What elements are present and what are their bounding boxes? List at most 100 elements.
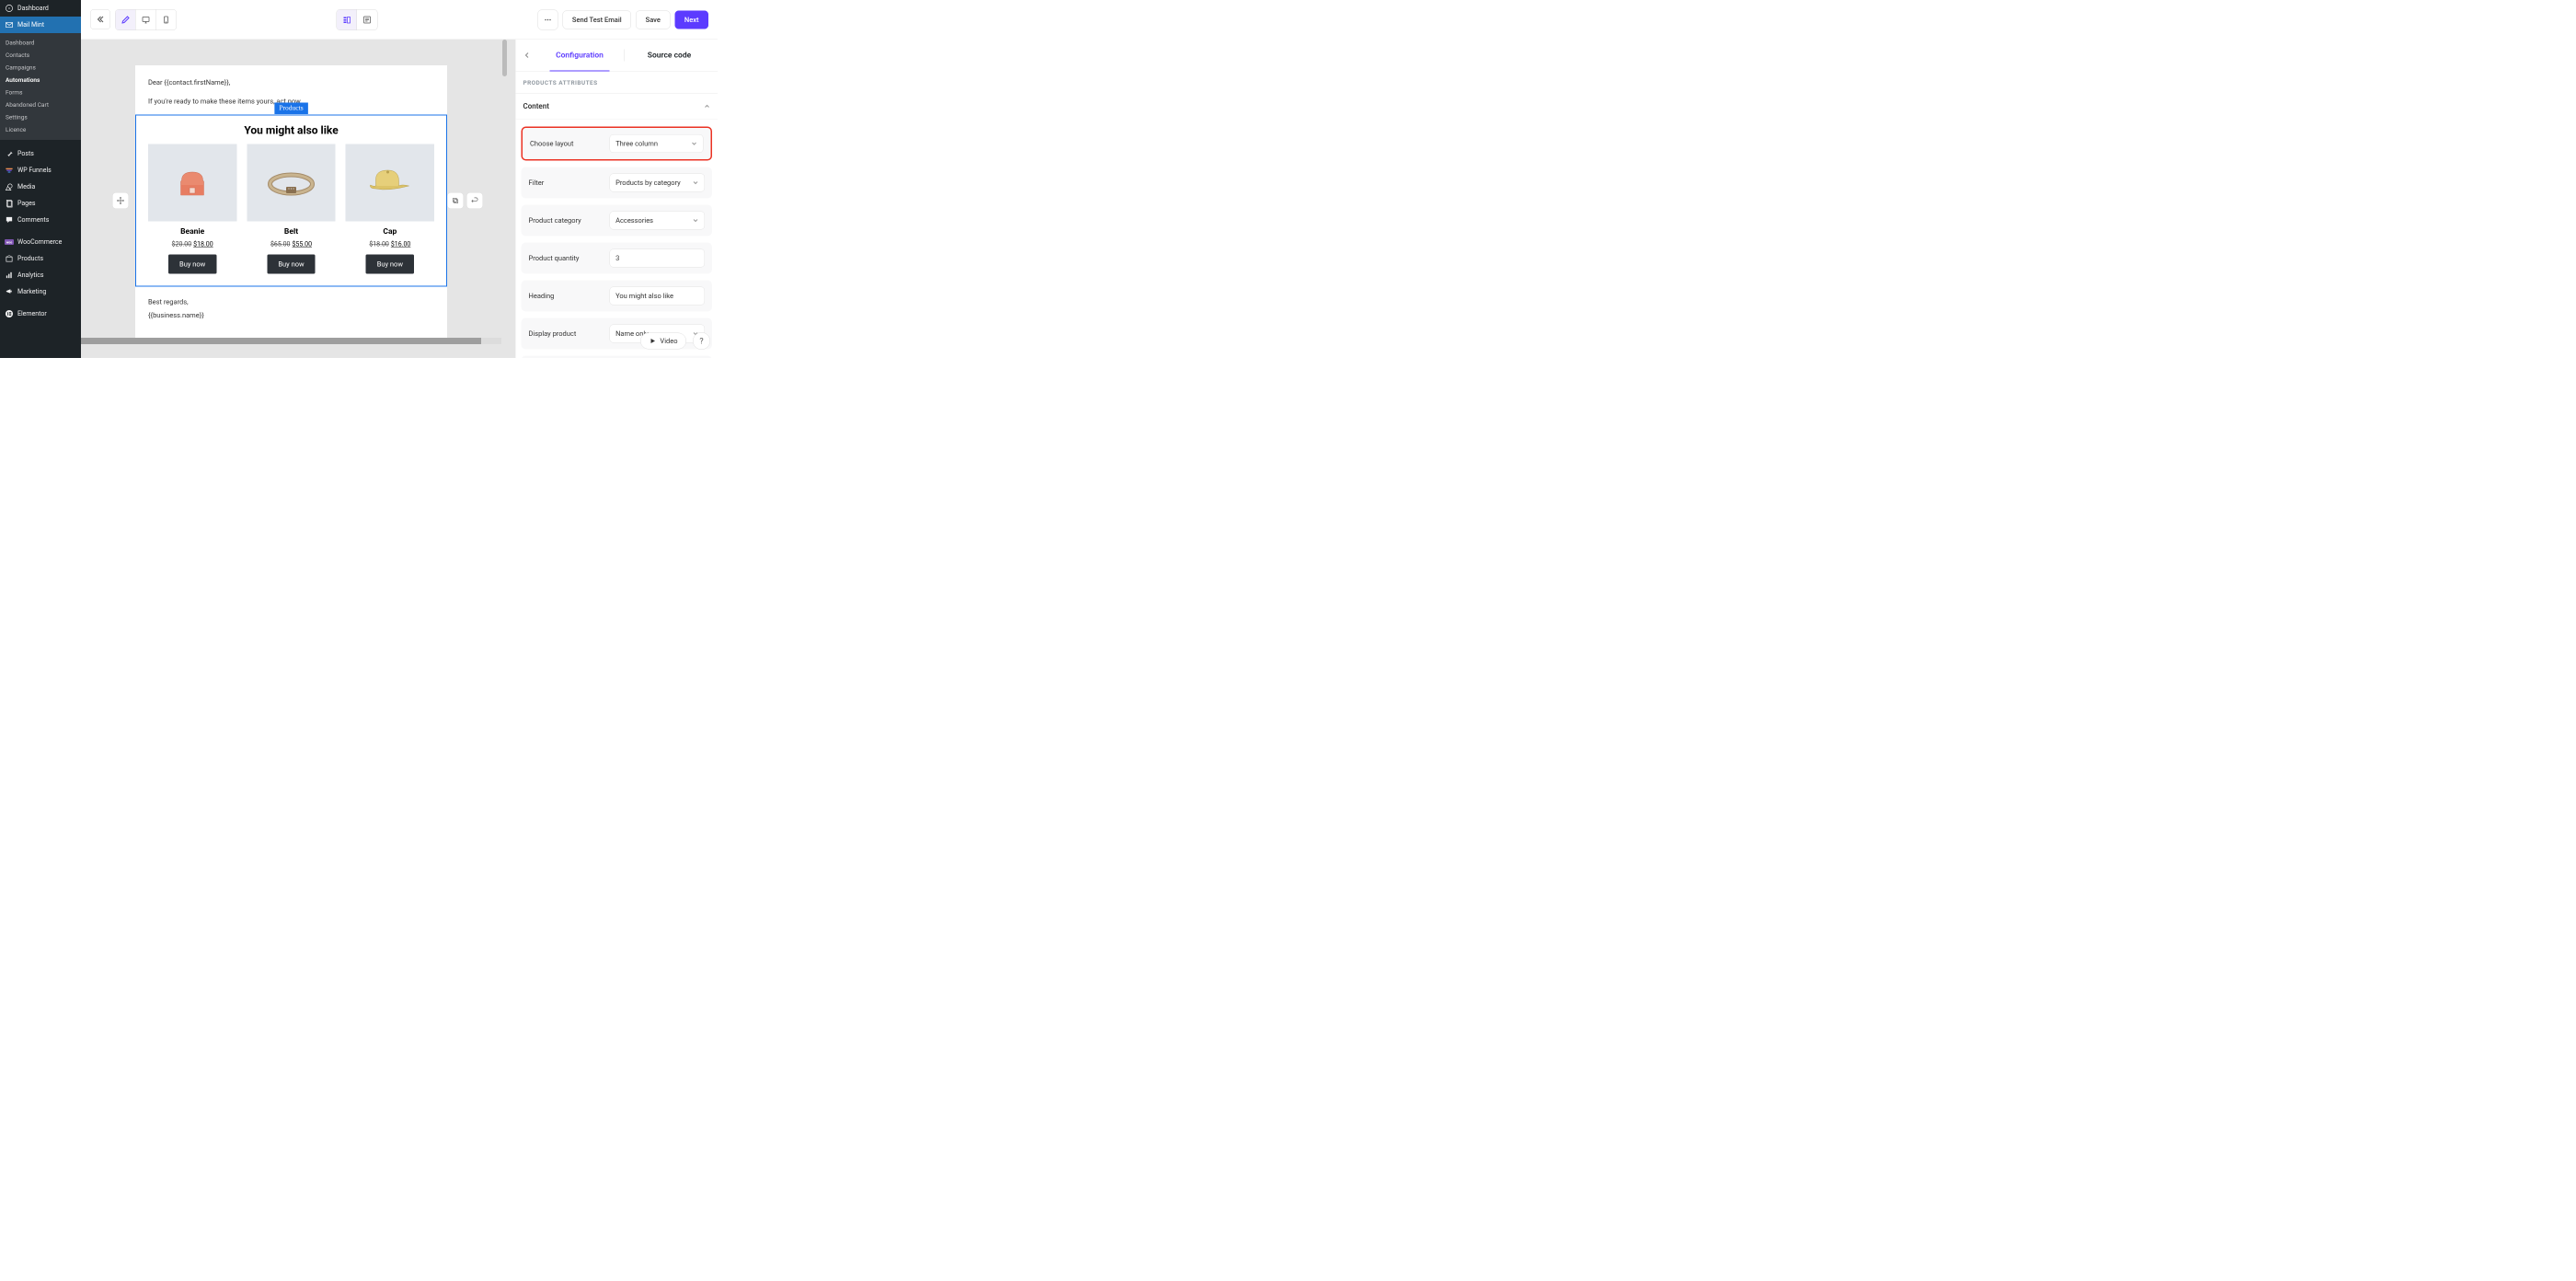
chevron-down-icon bbox=[691, 141, 697, 147]
horizontal-scrollbar[interactable] bbox=[81, 338, 501, 344]
email-greeting: Dear {{contact.firstName}}, bbox=[148, 77, 434, 87]
save-button[interactable]: Save bbox=[636, 10, 670, 29]
sidebar-pages-label: Pages bbox=[17, 200, 35, 207]
megaphone-icon bbox=[5, 287, 14, 296]
field-category: Product category Accessories bbox=[522, 205, 713, 237]
product-image bbox=[148, 144, 236, 222]
sidebar-woocommerce[interactable]: woo WooCommerce bbox=[0, 234, 81, 250]
products-block-tag: Products bbox=[274, 103, 307, 115]
sidebar-analytics-label: Analytics bbox=[17, 271, 44, 279]
sidebar-mailmint[interactable]: Mail Mint bbox=[0, 17, 81, 33]
field-layout: Choose layout Three column bbox=[522, 127, 713, 161]
tab-source-code[interactable]: Source code bbox=[625, 46, 714, 64]
sidebar-pages[interactable]: Pages bbox=[0, 195, 81, 212]
product-price: $65.00$55.00 bbox=[247, 241, 335, 248]
woo-icon: woo bbox=[5, 237, 14, 247]
field-category-label: Product category bbox=[529, 216, 610, 225]
pin-icon bbox=[5, 149, 14, 158]
field-filter: Filter Products by category bbox=[522, 167, 713, 199]
products-block[interactable]: Products You might also like bbox=[135, 115, 447, 287]
sidebar-mailmint-label: Mail Mint bbox=[17, 21, 44, 29]
product-price: $20.00$18.00 bbox=[148, 241, 236, 248]
sidebar-sub-licence[interactable]: Licence bbox=[0, 124, 81, 137]
sidebar-media[interactable]: Media bbox=[0, 179, 81, 195]
sidebar-submenu: Dashboard Contacts Campaigns Automations… bbox=[0, 33, 81, 140]
sidebar-sub-forms[interactable]: Forms bbox=[0, 87, 81, 99]
product-image bbox=[346, 144, 434, 222]
content-area: Dear {{contact.firstName}}, If you're re… bbox=[81, 40, 718, 358]
buy-button[interactable]: Buy now bbox=[366, 255, 414, 274]
content-accordion-header[interactable]: Content bbox=[516, 94, 719, 120]
collapse-button[interactable] bbox=[90, 9, 110, 29]
email-signoff: Best regards, bbox=[148, 297, 434, 307]
mail-icon bbox=[5, 20, 14, 29]
quantity-input[interactable]: 3 bbox=[610, 249, 705, 268]
layout-select[interactable]: Three column bbox=[610, 134, 704, 153]
sidebar-posts[interactable]: Posts bbox=[0, 145, 81, 162]
config-panel: Configuration Source code PRODUCTS ATTRI… bbox=[515, 40, 718, 358]
duplicate-button[interactable] bbox=[447, 192, 464, 209]
sidebar-elementor-label: Elementor bbox=[17, 310, 47, 317]
sidebar-comments[interactable]: Comments bbox=[0, 212, 81, 228]
product-card: Cap $18.00$16.00 Buy now bbox=[346, 144, 434, 274]
block-editor-button[interactable] bbox=[337, 9, 357, 29]
chevron-up-icon bbox=[704, 103, 710, 110]
field-heading: Heading You might also like bbox=[522, 281, 713, 312]
panel-section-title: PRODUCTS ATTRIBUTES bbox=[516, 72, 719, 94]
view-mode-group bbox=[115, 9, 177, 30]
chevron-down-icon bbox=[693, 179, 699, 186]
text-editor-button[interactable] bbox=[357, 9, 377, 29]
sidebar-dashboard-label: Dashboard bbox=[17, 5, 49, 12]
sidebar-products[interactable]: Products bbox=[0, 250, 81, 267]
dashboard-icon bbox=[5, 4, 14, 13]
sidebar-posts-label: Posts bbox=[17, 150, 34, 157]
undo-button[interactable] bbox=[466, 192, 483, 209]
field-display-label: Display product bbox=[529, 329, 610, 338]
admin-sidebar: Dashboard Mail Mint Dashboard Contacts C… bbox=[0, 0, 81, 358]
buy-button[interactable]: Buy now bbox=[168, 255, 216, 274]
sidebar-sub-abandoned[interactable]: Abandoned Cart bbox=[0, 99, 81, 112]
comment-icon bbox=[5, 215, 14, 225]
box-icon bbox=[5, 254, 14, 263]
video-button[interactable]: Video bbox=[640, 333, 686, 350]
tab-configuration[interactable]: Configuration bbox=[535, 46, 625, 64]
editor-type-group bbox=[337, 9, 378, 30]
field-filter-label: Filter bbox=[529, 179, 610, 187]
buy-button[interactable]: Buy now bbox=[267, 255, 315, 274]
filter-select[interactable]: Products by category bbox=[610, 174, 705, 192]
product-name: Beanie bbox=[148, 227, 236, 237]
play-icon bbox=[649, 338, 656, 345]
panel-back-button[interactable] bbox=[520, 48, 535, 63]
help-button[interactable]: ? bbox=[693, 332, 710, 350]
sidebar-analytics[interactable]: Analytics bbox=[0, 267, 81, 283]
sidebar-elementor[interactable]: Elementor bbox=[0, 306, 81, 322]
sidebar-sub-campaigns[interactable]: Campaigns bbox=[0, 62, 81, 75]
sidebar-media-label: Media bbox=[17, 183, 35, 190]
product-image bbox=[247, 144, 335, 222]
sidebar-sub-dashboard[interactable]: Dashboard bbox=[0, 37, 81, 50]
field-heading-label: Heading bbox=[529, 292, 610, 300]
main-area: Send Test Email Save Next Dear {{contact… bbox=[81, 0, 718, 358]
send-test-button[interactable]: Send Test Email bbox=[562, 10, 631, 29]
desktop-view-button[interactable] bbox=[136, 9, 156, 29]
edit-mode-button[interactable] bbox=[116, 9, 136, 29]
sidebar-sub-settings[interactable]: Settings bbox=[0, 111, 81, 124]
category-select[interactable]: Accessories bbox=[610, 212, 705, 230]
product-price: $18.00$16.00 bbox=[346, 241, 434, 248]
sidebar-sub-automations[interactable]: Automations bbox=[0, 75, 81, 87]
vertical-scrollbar[interactable] bbox=[502, 40, 507, 76]
email-canvas[interactable]: Dear {{contact.firstName}}, If you're re… bbox=[135, 65, 447, 338]
move-handle[interactable] bbox=[112, 192, 129, 209]
next-button[interactable]: Next bbox=[674, 10, 708, 29]
mobile-view-button[interactable] bbox=[156, 9, 177, 29]
more-options-button[interactable] bbox=[537, 9, 558, 29]
sidebar-marketing[interactable]: Marketing bbox=[0, 283, 81, 300]
sidebar-marketing-label: Marketing bbox=[17, 288, 46, 295]
sidebar-sub-contacts[interactable]: Contacts bbox=[0, 50, 81, 63]
sidebar-wpfunnels[interactable]: WP Funnels bbox=[0, 162, 81, 179]
chevron-down-icon bbox=[693, 217, 699, 224]
heading-input[interactable]: You might also like bbox=[610, 287, 705, 306]
sidebar-dashboard[interactable]: Dashboard bbox=[0, 0, 81, 17]
media-icon bbox=[5, 182, 14, 191]
sidebar-products-label: Products bbox=[17, 255, 43, 262]
